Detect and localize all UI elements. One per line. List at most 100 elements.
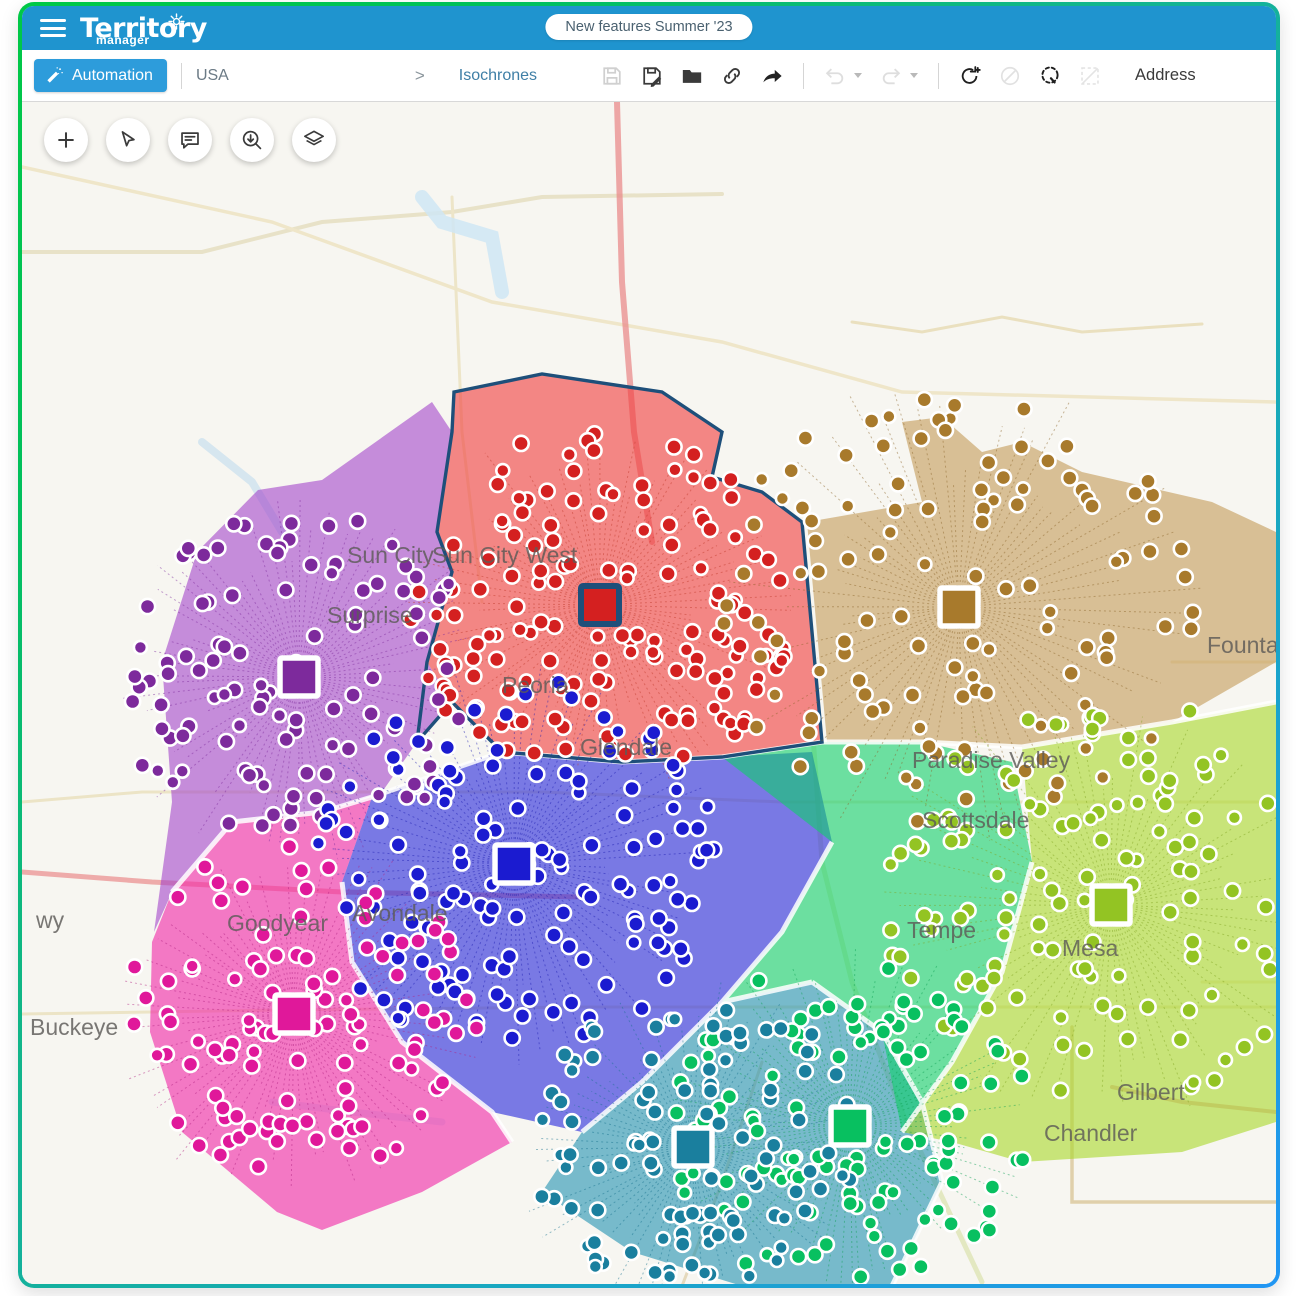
account-point[interactable] <box>891 844 910 863</box>
account-point[interactable] <box>350 871 367 887</box>
account-point[interactable] <box>474 809 493 828</box>
account-point[interactable] <box>642 1050 661 1069</box>
account-point[interactable] <box>1171 1030 1190 1049</box>
account-point[interactable] <box>513 712 531 731</box>
account-point[interactable] <box>644 876 663 895</box>
account-point[interactable] <box>1117 849 1136 868</box>
account-point[interactable] <box>920 737 938 756</box>
territory-center-marker[interactable] <box>828 1104 872 1148</box>
account-point[interactable] <box>371 811 387 828</box>
account-point[interactable] <box>533 841 551 859</box>
account-point[interactable] <box>673 1235 692 1254</box>
account-point[interactable] <box>1182 619 1201 638</box>
account-point[interactable] <box>374 991 393 1009</box>
account-point[interactable] <box>181 1055 200 1074</box>
account-point[interactable] <box>211 1146 230 1164</box>
account-point[interactable] <box>649 933 667 952</box>
account-point[interactable] <box>488 475 507 494</box>
account-point[interactable] <box>310 835 327 852</box>
account-point[interactable] <box>561 446 578 463</box>
account-point[interactable] <box>1145 507 1163 526</box>
account-point[interactable] <box>667 461 683 478</box>
account-point[interactable] <box>773 652 790 669</box>
account-point[interactable] <box>869 1193 888 1212</box>
account-point[interactable] <box>759 550 778 569</box>
account-point[interactable] <box>561 555 580 573</box>
account-point[interactable] <box>745 515 763 534</box>
account-point[interactable] <box>410 582 428 601</box>
account-point[interactable] <box>1060 469 1079 487</box>
account-point[interactable] <box>471 580 490 599</box>
account-point[interactable] <box>445 606 464 625</box>
account-point[interactable] <box>978 999 997 1017</box>
account-point[interactable] <box>936 421 955 440</box>
account-point[interactable] <box>216 686 233 703</box>
account-point[interactable] <box>323 565 340 582</box>
account-point[interactable] <box>839 550 857 569</box>
account-point[interactable] <box>862 412 881 430</box>
account-point[interactable] <box>647 1018 665 1036</box>
account-point[interactable] <box>550 850 569 869</box>
account-point[interactable] <box>782 461 801 480</box>
account-point[interactable] <box>702 1169 721 1188</box>
account-point[interactable] <box>215 637 234 656</box>
account-point[interactable] <box>889 474 907 493</box>
account-point[interactable] <box>421 757 439 776</box>
account-point[interactable] <box>628 626 647 644</box>
account-point[interactable] <box>1108 553 1125 570</box>
account-point[interactable] <box>789 1247 808 1266</box>
account-point[interactable] <box>452 843 469 860</box>
account-point[interactable] <box>324 700 343 718</box>
account-point[interactable] <box>393 934 411 952</box>
account-point[interactable] <box>942 832 961 851</box>
account-point[interactable] <box>1047 715 1065 734</box>
account-point[interactable] <box>685 469 702 486</box>
territory-center-marker[interactable] <box>272 992 316 1036</box>
account-point[interactable] <box>612 1154 631 1172</box>
account-point[interactable] <box>709 1226 728 1244</box>
account-point[interactable] <box>676 1184 693 1201</box>
account-point[interactable] <box>919 499 937 518</box>
account-point[interactable] <box>751 647 770 666</box>
account-point[interactable] <box>892 607 911 626</box>
account-point[interactable] <box>1032 866 1048 882</box>
account-point[interactable] <box>538 482 556 501</box>
account-point[interactable] <box>912 1257 930 1276</box>
account-point[interactable] <box>254 925 273 944</box>
account-point[interactable] <box>722 488 741 507</box>
account-point[interactable] <box>507 908 526 926</box>
account-point[interactable] <box>820 997 838 1016</box>
account-point[interactable] <box>874 436 893 455</box>
account-point[interactable] <box>337 823 355 841</box>
account-point[interactable] <box>643 1133 662 1151</box>
account-point[interactable] <box>346 605 365 624</box>
account-point[interactable] <box>1039 451 1057 470</box>
account-point[interactable] <box>444 536 463 554</box>
comment-button[interactable] <box>168 118 212 162</box>
territory-center-marker[interactable] <box>492 842 536 886</box>
account-point[interactable] <box>440 762 459 781</box>
account-point[interactable] <box>470 723 489 742</box>
account-point[interactable] <box>769 1252 785 1269</box>
account-point[interactable] <box>923 921 940 938</box>
account-point[interactable] <box>841 1194 860 1213</box>
account-point[interactable] <box>1156 617 1175 636</box>
account-point[interactable] <box>800 723 818 742</box>
account-point[interactable] <box>700 1060 719 1079</box>
account-point[interactable] <box>512 621 528 638</box>
account-point[interactable] <box>209 873 227 892</box>
account-point[interactable] <box>388 1140 405 1156</box>
account-point[interactable] <box>623 779 641 798</box>
account-point[interactable] <box>389 949 407 968</box>
account-point[interactable] <box>268 1132 287 1151</box>
folder-open-icon[interactable] <box>681 65 703 87</box>
account-point[interactable] <box>240 1119 259 1138</box>
account-point[interactable] <box>891 947 910 966</box>
account-point[interactable] <box>1099 629 1118 647</box>
account-point[interactable] <box>851 1267 870 1284</box>
account-point[interactable] <box>281 816 300 834</box>
account-point[interactable] <box>152 695 170 714</box>
account-point[interactable] <box>468 635 487 654</box>
account-point[interactable] <box>438 738 457 757</box>
account-point[interactable] <box>513 1007 532 1025</box>
